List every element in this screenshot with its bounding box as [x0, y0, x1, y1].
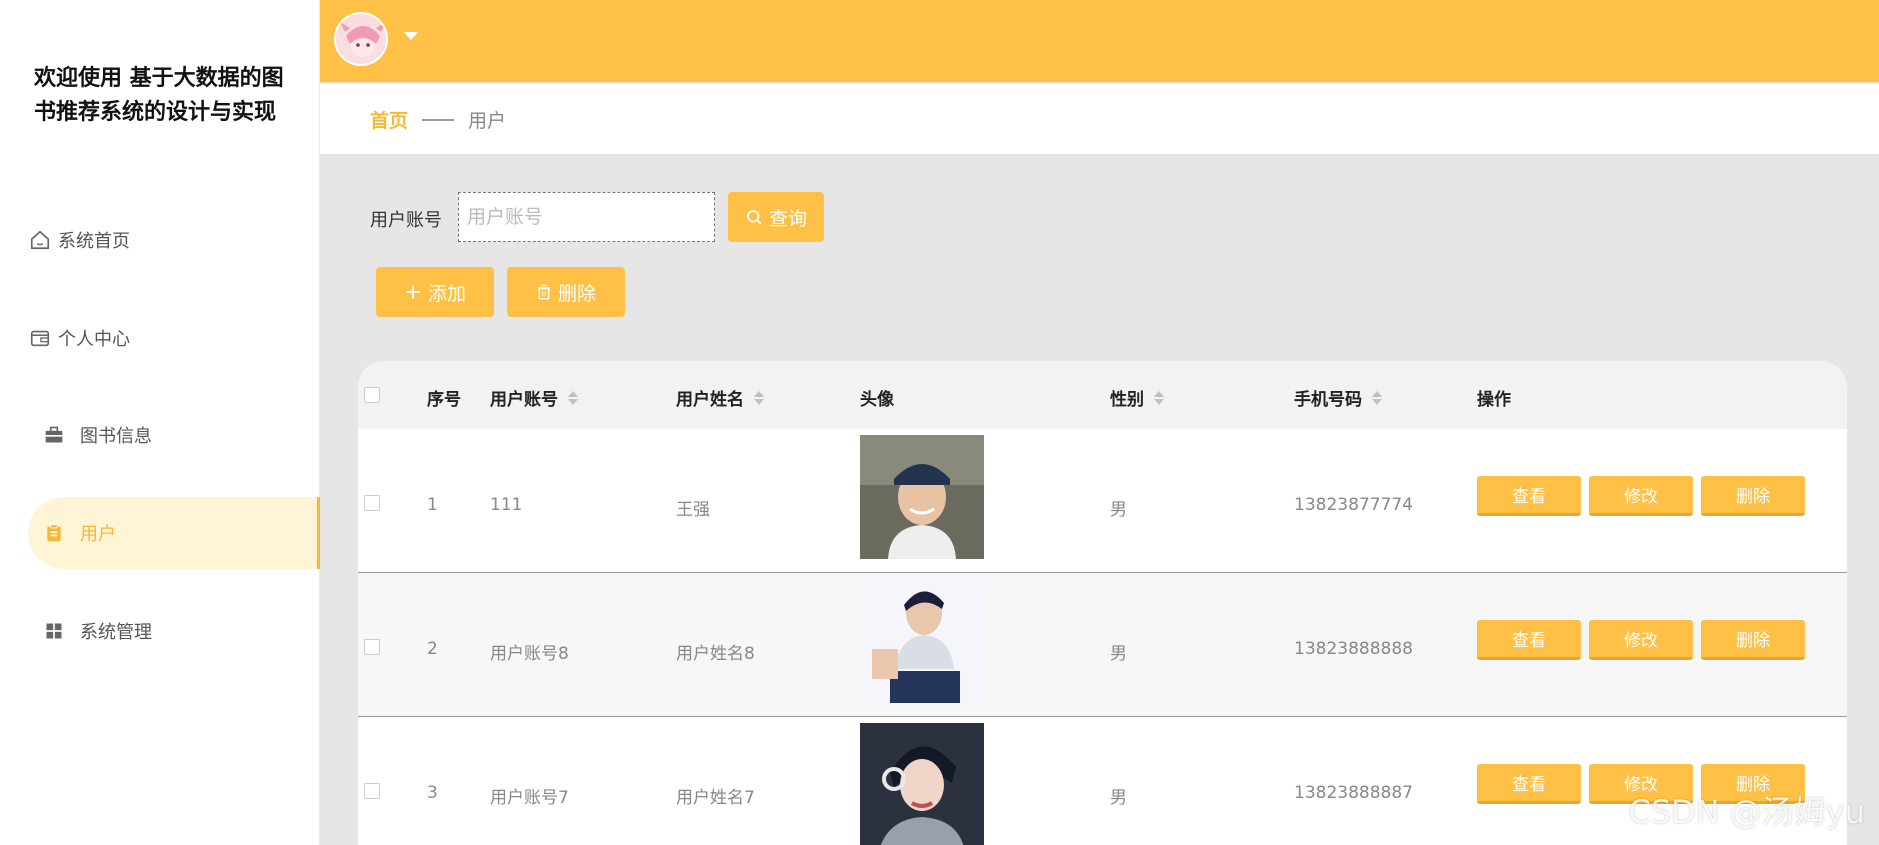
breadcrumb: 首页 用户 [370, 106, 506, 133]
clipboard-icon [42, 521, 66, 545]
sort-icon[interactable] [568, 390, 578, 405]
cell-index: 1 [427, 495, 438, 515]
breadcrumb-bar: 首页 用户 [320, 84, 1879, 154]
sidebar-item-users[interactable]: 用户 [28, 497, 320, 569]
user-photo[interactable] [860, 723, 984, 845]
grid-icon [42, 619, 66, 643]
edit-button[interactable]: 修改 [1589, 620, 1693, 660]
breadcrumb-separator [422, 118, 455, 121]
table-row: 3 用户账号7 用户姓名7 男 13823888887 查看 修改 删除 [358, 717, 1847, 845]
cell-gender: 男 [1110, 788, 1127, 808]
top-bar [320, 0, 1879, 82]
sort-icon[interactable] [754, 390, 764, 405]
sort-icon[interactable] [1372, 390, 1382, 405]
cell-account: 111 [490, 495, 523, 515]
wallet-icon [28, 326, 52, 350]
sidebar-item-system[interactable]: 系统管理 [28, 595, 320, 667]
column-header-avatar: 头像 [860, 390, 894, 410]
cell-gender: 男 [1110, 500, 1127, 520]
row-checkbox[interactable] [364, 783, 380, 799]
column-header-label: 性别 [1110, 390, 1144, 410]
sidebar-item-book-info[interactable]: 图书信息 [28, 399, 320, 471]
column-header-gender[interactable]: 性别 [1110, 385, 1164, 410]
user-photo[interactable] [860, 579, 984, 703]
avatar[interactable] [334, 12, 388, 66]
sort-icon[interactable] [1154, 390, 1164, 405]
sidebar-item-label: 个人中心 [58, 329, 130, 350]
sidebar-item-label: 系统管理 [80, 622, 152, 643]
column-header-index: 序号 [427, 390, 461, 410]
view-button[interactable]: 查看 [1477, 764, 1581, 804]
search-input[interactable] [458, 192, 715, 242]
edit-button[interactable]: 修改 [1589, 476, 1693, 516]
cell-name: 王强 [676, 500, 710, 520]
sidebar-item-profile[interactable]: 个人中心 [28, 302, 320, 374]
delete-button[interactable]: 删除 [1701, 620, 1805, 660]
delete-button[interactable]: 删除 [1701, 476, 1805, 516]
user-photo[interactable] [860, 435, 984, 559]
breadcrumb-home[interactable]: 首页 [370, 106, 408, 133]
cell-gender: 男 [1110, 644, 1127, 664]
cell-name: 用户姓名7 [676, 788, 755, 808]
query-button-label: 查询 [768, 207, 807, 230]
table-row: 1 111 王强 男 13823877774 查看 修改 删除 [358, 429, 1847, 573]
sidebar-item-label: 图书信息 [80, 426, 152, 447]
cell-account: 用户账号7 [490, 788, 569, 808]
cell-index: 2 [427, 639, 438, 659]
batch-delete-button[interactable]: 删除 [507, 267, 625, 317]
add-button[interactable]: 添加 [376, 267, 494, 317]
cell-phone: 13823888888 [1294, 639, 1413, 659]
query-button[interactable]: 查询 [728, 192, 824, 242]
row-checkbox[interactable] [364, 495, 380, 511]
row-checkbox[interactable] [364, 639, 380, 655]
cell-phone: 13823888887 [1294, 783, 1413, 803]
select-all-checkbox[interactable] [364, 387, 380, 403]
user-table: 序号 用户账号 用户姓名 头像 性别 手机号码 操作 1 111 王强 男 13… [358, 361, 1847, 845]
search-icon [745, 208, 763, 226]
briefcase-icon [42, 423, 66, 447]
watermark: CSDN @汤姆yu [1628, 793, 1865, 831]
view-button[interactable]: 查看 [1477, 476, 1581, 516]
home-icon [28, 228, 52, 252]
column-header-actions: 操作 [1477, 390, 1511, 410]
trash-icon [536, 284, 552, 300]
column-header-account[interactable]: 用户账号 [490, 385, 578, 410]
search-label: 用户账号 [370, 210, 442, 231]
cell-account: 用户账号8 [490, 644, 569, 664]
sidebar-item-home[interactable]: 系统首页 [28, 204, 320, 276]
sidebar: 欢迎使用 基于大数据的图书推荐系统的设计与实现 系统首页 个人中心 图书信息 用… [0, 0, 320, 845]
plus-icon [404, 283, 422, 301]
column-header-label: 用户姓名 [676, 390, 744, 410]
column-header-label: 手机号码 [1294, 390, 1362, 410]
delete-button-label: 删除 [557, 282, 596, 305]
cell-index: 3 [427, 783, 438, 803]
chevron-down-icon[interactable] [404, 32, 418, 40]
app-title: 欢迎使用 基于大数据的图书推荐系统的设计与实现 [34, 66, 284, 125]
breadcrumb-current: 用户 [468, 110, 507, 132]
column-header-name[interactable]: 用户姓名 [676, 385, 764, 410]
sidebar-item-label: 用户 [80, 524, 116, 545]
table-row: 2 用户账号8 用户姓名8 男 13823888888 查看 修改 删除 [358, 573, 1847, 717]
column-header-label: 用户账号 [490, 390, 558, 410]
table-header: 序号 用户账号 用户姓名 头像 性别 手机号码 操作 [358, 361, 1847, 429]
add-button-label: 添加 [427, 282, 466, 305]
app-root: 欢迎使用 基于大数据的图书推荐系统的设计与实现 系统首页 个人中心 图书信息 用… [0, 0, 1879, 845]
column-header-phone[interactable]: 手机号码 [1294, 385, 1382, 410]
view-button[interactable]: 查看 [1477, 620, 1581, 660]
cell-name: 用户姓名8 [676, 644, 755, 664]
sidebar-item-label: 系统首页 [58, 231, 130, 252]
cell-phone: 13823877774 [1294, 495, 1413, 515]
